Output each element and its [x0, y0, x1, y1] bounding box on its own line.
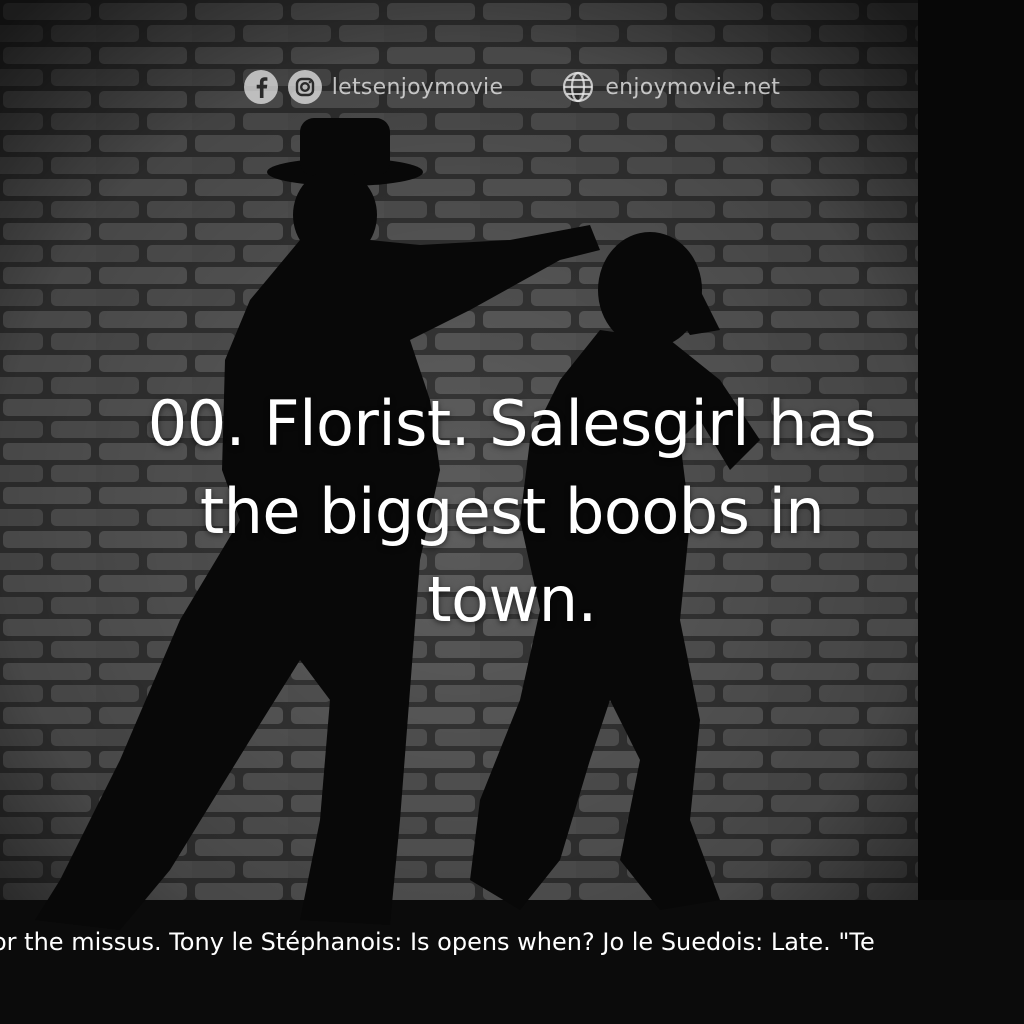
- facebook-icon[interactable]: [243, 70, 278, 104]
- website-group[interactable]: enjoymovie.net: [561, 70, 780, 104]
- ticker-text: or the missus. Tony le Stéphanois: Is op…: [0, 928, 875, 956]
- quote-card: letsenjoymovie enjoymovie.net 00. Floris…: [0, 0, 1024, 1024]
- social-handle-group[interactable]: letsenjoymovie: [243, 70, 504, 104]
- website-text[interactable]: enjoymovie.net: [605, 75, 780, 100]
- ticker-bar: or the missus. Tony le Stéphanois: Is op…: [0, 922, 1024, 962]
- quote-text: 00. Florist. Salesgirl has the biggest b…: [147, 387, 877, 636]
- instagram-icon[interactable]: [287, 70, 322, 104]
- social-handle-text[interactable]: letsenjoymovie: [332, 75, 504, 100]
- globe-icon: [561, 70, 595, 104]
- social-header: letsenjoymovie enjoymovie.net: [0, 70, 1024, 104]
